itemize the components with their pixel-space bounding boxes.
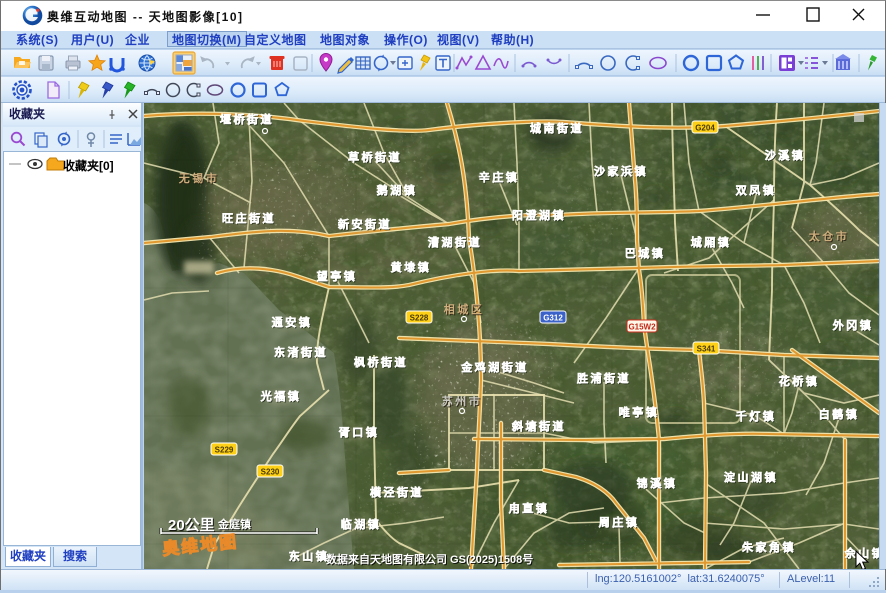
svg-text:草桥街道: 草桥街道 (348, 150, 402, 164)
svg-text:斜塘街道: 斜塘街道 (511, 419, 566, 433)
svg-text:花桥镇: 花桥镇 (779, 374, 820, 388)
svg-text:G312: G312 (543, 314, 563, 323)
svg-text:枫桥街道: 枫桥街道 (354, 355, 408, 369)
svg-text:甪直镇: 甪直镇 (509, 501, 550, 515)
svg-text:沙溪镇: 沙溪镇 (765, 148, 806, 162)
svg-text:旺庄街道: 旺庄街道 (222, 211, 276, 225)
svg-text:S230: S230 (261, 468, 280, 477)
svg-text:G204: G204 (695, 124, 715, 133)
svg-text:光福镇: 光福镇 (260, 389, 302, 403)
svg-text:苏州市: 苏州市 (442, 394, 483, 408)
svg-text:S229: S229 (215, 446, 234, 455)
svg-text:城南街道: 城南街道 (530, 121, 584, 135)
svg-text:胥口镇: 胥口镇 (339, 425, 380, 439)
svg-text:堰桥街道: 堰桥街道 (220, 112, 274, 126)
svg-text:无锡市: 无锡市 (178, 171, 220, 185)
svg-text:双凤镇: 双凤镇 (736, 183, 777, 197)
svg-text:辛庄镇: 辛庄镇 (479, 170, 520, 184)
svg-text:鹅湖镇: 鹅湖镇 (377, 183, 418, 197)
svg-text:横泾街道: 横泾街道 (370, 485, 424, 499)
svg-text:外冈镇: 外冈镇 (832, 318, 874, 332)
svg-text:相城区: 相城区 (444, 302, 485, 316)
svg-text:黄埭镇: 黄埭镇 (391, 260, 432, 274)
svg-text:东渚街道: 东渚街道 (274, 345, 328, 359)
svg-text:唯亭镇: 唯亭镇 (619, 405, 660, 419)
svg-text:太仓市: 太仓市 (808, 229, 850, 243)
svg-text:临湖镇: 临湖镇 (341, 517, 382, 531)
svg-text:胜浦街道: 胜浦街道 (576, 371, 631, 385)
svg-text:望亭镇: 望亭镇 (317, 269, 358, 283)
svg-text:新安街道: 新安街道 (338, 217, 392, 231)
svg-text:漕湖街道: 漕湖街道 (428, 235, 482, 249)
svg-text:沙家浜镇: 沙家浜镇 (594, 164, 648, 178)
svg-text:巴城镇: 巴城镇 (625, 246, 666, 260)
svg-text:周庄镇: 周庄镇 (599, 515, 640, 529)
svg-text:G15W2: G15W2 (628, 323, 656, 332)
svg-text:白鹤镇: 白鹤镇 (819, 407, 860, 421)
svg-text:S341: S341 (697, 345, 716, 354)
svg-text:数据来自天地图有限公司 GS(2025)1508号: 数据来自天地图有限公司 GS(2025)1508号 (326, 552, 533, 566)
svg-text:阳澄湖镇: 阳澄湖镇 (512, 208, 566, 222)
svg-text:S228: S228 (410, 314, 429, 323)
svg-text:朱家角镇: 朱家角镇 (741, 540, 796, 554)
svg-text:金鸡湖街道: 金鸡湖街道 (460, 360, 529, 374)
svg-text:锦溪镇: 锦溪镇 (637, 476, 678, 490)
svg-text:通安镇: 通安镇 (272, 315, 313, 329)
svg-text:淀山湖镇: 淀山湖镇 (724, 470, 778, 484)
svg-text:千灯镇: 千灯镇 (736, 409, 777, 423)
svg-text:东山镇: 东山镇 (289, 549, 330, 563)
svg-text:城厢镇: 城厢镇 (691, 235, 732, 249)
svg-text:金庭镇: 金庭镇 (217, 517, 251, 531)
